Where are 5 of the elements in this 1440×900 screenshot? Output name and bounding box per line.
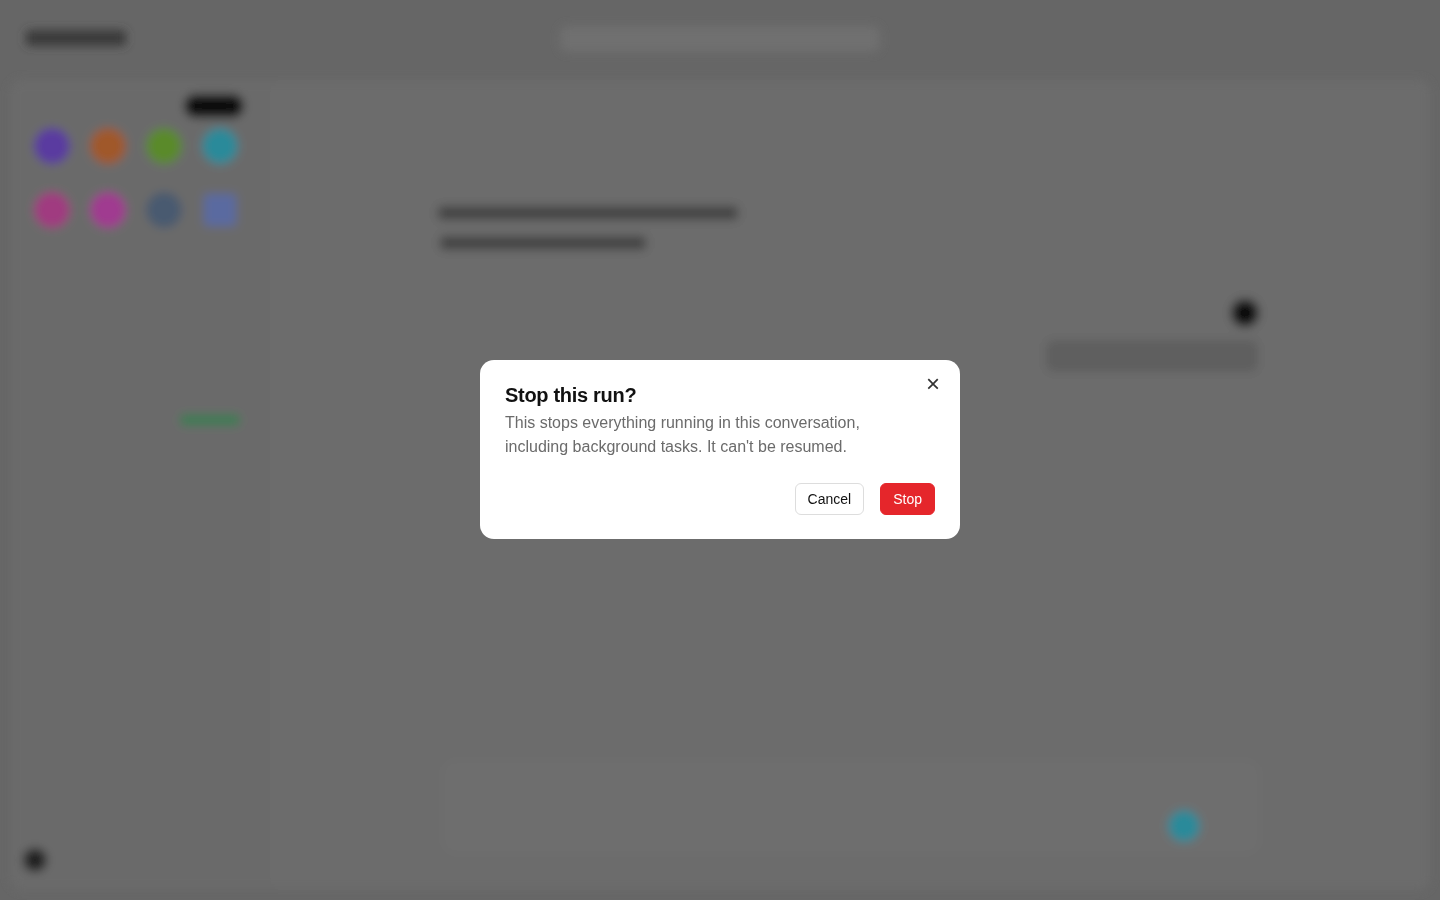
cancel-button[interactable]: Cancel [794,483,865,515]
dialog-title: Stop this run? [505,383,638,408]
close-button[interactable]: × [922,372,944,396]
stop-button[interactable]: Stop [880,483,935,515]
dialog-message: This stops everything running in this conversation, including background tasks. It can't be resumed. [505,413,861,457]
